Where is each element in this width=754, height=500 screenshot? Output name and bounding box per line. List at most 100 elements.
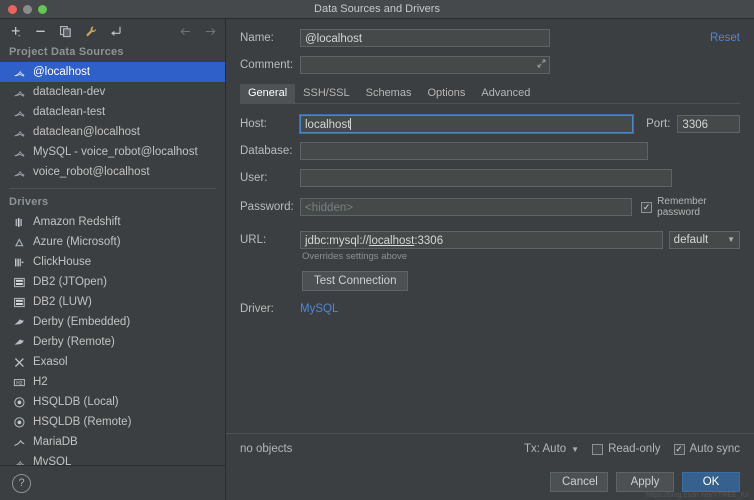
remove-icon[interactable] [33,24,47,38]
exasol-icon [12,355,26,369]
name-label: Name: [240,32,300,44]
window-controls [0,5,47,14]
driver-item-derby-embedded[interactable]: Derby (Embedded) [0,312,225,332]
sidebar-item-dataclean-dev[interactable]: dataclean-dev [0,82,225,102]
database-label: Database: [240,145,300,157]
database-input[interactable] [300,142,648,160]
url-mode-dropdown[interactable]: default ▼ [669,231,740,249]
read-only-checkbox[interactable] [592,444,603,455]
test-connection-button[interactable]: Test Connection [302,271,408,291]
sidebar-item-localhost[interactable]: @localhost [0,62,225,82]
zoom-window-button[interactable] [38,5,47,14]
cancel-button[interactable]: Cancel [550,472,608,492]
forward-arrow-icon[interactable] [203,24,217,38]
read-only-toggle[interactable]: Read-only [592,443,660,455]
minimize-window-button[interactable] [23,5,32,14]
password-input[interactable]: <hidden> [300,198,632,216]
tx-mode-label: Tx: Auto [524,443,566,455]
comment-input[interactable] [300,56,550,74]
driver-item-azure[interactable]: Azure (Microsoft) [0,232,225,252]
tab-schemas[interactable]: Schemas [358,84,420,103]
tab-options[interactable]: Options [419,84,473,103]
driver-item-hsqldb-remote[interactable]: HSQLDB (Remote) [0,412,225,432]
svg-text:H2: H2 [16,380,22,386]
apply-button[interactable]: Apply [616,472,674,492]
mysql-icon [12,145,26,159]
sidebar-toolbar [0,19,225,43]
driver-item-label: DB2 (LUW) [33,296,92,308]
user-input[interactable] [300,169,672,187]
tx-mode-dropdown[interactable]: Tx: Auto ▼ [524,443,579,455]
derby-icon [12,335,26,349]
driver-item-label: HSQLDB (Local) [33,396,119,408]
import-icon[interactable] [108,24,122,38]
sidebar-item-mysql-voice-robot[interactable]: MySQL - voice_robot@localhost [0,142,225,162]
driver-item-h2[interactable]: H2 H2 [0,372,225,392]
driver-item-mariadb[interactable]: MariaDB [0,432,225,452]
password-label: Password: [240,201,300,213]
auto-sync-label: Auto sync [690,443,741,455]
url-input[interactable]: jdbc:mysql://localhost:3306 [300,231,663,249]
driver-item-hsqldb-local[interactable]: HSQLDB (Local) [0,392,225,412]
url-row: URL: jdbc:mysql://localhost:3306 default… [240,231,740,249]
port-input[interactable]: 3306 [677,115,740,133]
remember-password-row[interactable]: ✓ Remember password [641,196,740,218]
wrench-icon[interactable] [83,24,97,38]
tab-advanced[interactable]: Advanced [473,84,538,103]
url-mode-value: default [674,231,709,249]
watermark: https://blog.csdn.net/YTREE_IU [646,492,748,499]
objects-status: no objects [240,443,292,455]
driver-item-label: Derby (Remote) [33,336,115,348]
sidebar-item-dataclean-test[interactable]: dataclean-test [0,102,225,122]
password-row: Password: <hidden> ✓ Remember password [240,196,740,218]
mysql-icon [12,105,26,119]
close-window-button[interactable] [8,5,17,14]
tab-general[interactable]: General [240,84,295,103]
password-placeholder: <hidden> [305,202,353,214]
back-arrow-icon[interactable] [178,24,192,38]
reset-link[interactable]: Reset [700,32,740,44]
url-scheme: jdbc:mysql:// [305,235,369,247]
window-titlebar: Data Sources and Drivers [0,0,754,19]
remember-password-checkbox[interactable]: ✓ [641,202,652,213]
url-host: localhost [369,235,414,247]
sidebar-item-label: MySQL - voice_robot@localhost [33,146,198,158]
add-icon[interactable] [8,24,22,38]
sidebar-tree[interactable]: Project Data Sources @localhost dataclea… [0,43,225,465]
derby-icon [12,315,26,329]
driver-item-clickhouse[interactable]: ClickHouse [0,252,225,272]
driver-item-label: HSQLDB (Remote) [33,416,131,428]
driver-item-derby-remote[interactable]: Derby (Remote) [0,332,225,352]
copy-icon[interactable] [58,24,72,38]
mariadb-icon [12,435,26,449]
hsqldb-icon [12,415,26,429]
tab-ssh-ssl[interactable]: SSH/SSL [295,84,357,103]
ok-button[interactable]: OK [682,472,740,492]
read-only-label: Read-only [608,443,660,455]
database-row: Database: [240,142,740,160]
driver-item-amazon-redshift[interactable]: Amazon Redshift [0,212,225,232]
chevron-down-icon: ▼ [571,445,579,454]
db2-icon [12,275,26,289]
host-input[interactable]: localhost [300,115,633,133]
sidebar-item-voice-robot-localhost[interactable]: voice_robot@localhost [0,162,225,182]
driver-item-label: Exasol [33,356,68,368]
driver-link[interactable]: MySQL [300,303,338,315]
driver-item-mysql[interactable]: MySQL [0,452,225,465]
auto-sync-checkbox[interactable]: ✓ [674,444,685,455]
settings-tabs[interactable]: General SSH/SSL Schemas Options Advanced [240,83,740,104]
driver-item-db2-jtopen[interactable]: DB2 (JTOpen) [0,272,225,292]
driver-item-db2-luw[interactable]: DB2 (LUW) [0,292,225,312]
url-port: :3306 [414,235,443,247]
auto-sync-toggle[interactable]: ✓ Auto sync [674,443,741,455]
help-button[interactable]: ? [12,474,31,493]
redshift-icon [12,215,26,229]
expand-icon[interactable] [537,59,546,68]
driver-item-exasol[interactable]: Exasol [0,352,225,372]
driver-row: Driver: MySQL [240,303,740,315]
sidebar-item-dataclean-localhost[interactable]: dataclean@localhost [0,122,225,142]
user-row: User: [240,169,740,187]
dialog-body: Project Data Sources @localhost dataclea… [0,19,754,500]
name-input[interactable]: @localhost [300,29,550,47]
user-label: User: [240,172,300,184]
